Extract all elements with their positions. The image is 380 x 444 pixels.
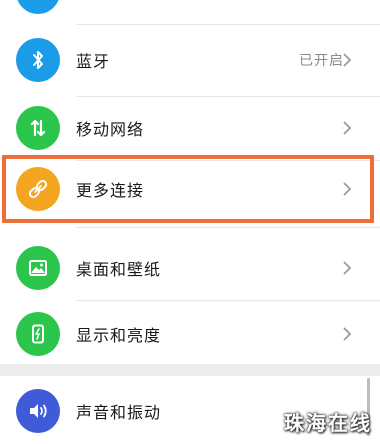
sound-vibration-label: 声音和振动 xyxy=(76,403,162,422)
settings-card-connectivity: 蓝牙 已开启 移动网络 更多连接 桌面和壁纸 显示和亮度 xyxy=(0,0,380,364)
chevron-right-icon xyxy=(343,53,352,67)
watermark-text: 珠海在线 xyxy=(284,411,372,435)
link-icon xyxy=(16,167,60,211)
settings-item-bluetooth[interactable]: 蓝牙 已开启 xyxy=(0,24,380,96)
wallpaper-label: 桌面和壁纸 xyxy=(76,260,162,279)
divider xyxy=(76,227,380,228)
bluetooth-status-value: 已开启 xyxy=(299,53,344,69)
settings-item-wallpaper[interactable]: 桌面和壁纸 xyxy=(0,232,380,304)
bluetooth-icon xyxy=(16,38,60,82)
top-partial-icon xyxy=(16,0,60,14)
settings-item-display-brightness[interactable]: 显示和亮度 xyxy=(0,298,380,370)
chevron-right-icon xyxy=(343,121,352,135)
chevron-right-icon xyxy=(343,261,352,275)
settings-screen: 蓝牙 已开启 移动网络 更多连接 桌面和壁纸 显示和亮度 声音和振动 珠海在线 xyxy=(0,0,380,444)
display-brightness-icon xyxy=(16,312,60,356)
bluetooth-label: 蓝牙 xyxy=(76,52,111,71)
mobile-network-label: 移动网络 xyxy=(76,120,145,139)
more-connections-label: 更多连接 xyxy=(76,181,145,200)
display-brightness-label: 显示和亮度 xyxy=(76,326,162,345)
wallpaper-icon xyxy=(16,246,60,290)
chevron-right-icon xyxy=(343,327,352,341)
mobile-network-icon xyxy=(16,106,60,150)
settings-item-more-connections[interactable]: 更多连接 xyxy=(0,153,380,225)
chevron-right-icon xyxy=(343,182,352,196)
sound-vibration-icon xyxy=(16,389,60,433)
